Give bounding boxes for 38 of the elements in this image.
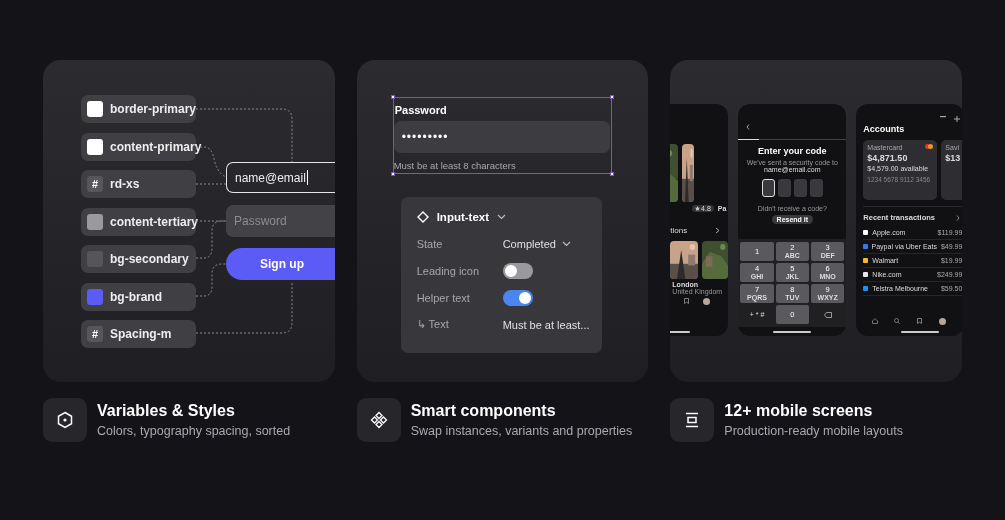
screen-title: Enter your code — [758, 146, 827, 156]
token-name: rd-xs — [110, 177, 140, 191]
token-chip[interactable]: # Spacing-m — [81, 320, 196, 348]
property-label: Leading icon — [416, 264, 481, 277]
email-field[interactable]: name@email — [226, 162, 335, 193]
property-label: ↳ Text — [416, 318, 450, 331]
feature-title: Variables & Styles — [97, 402, 236, 420]
property-value[interactable]: Must be at least... — [502, 318, 590, 331]
card-balance: $13 — [945, 153, 962, 163]
field-label: Password — [393, 104, 448, 116]
state-dropdown[interactable]: Completed — [502, 237, 586, 250]
number-token-icon: # — [87, 326, 103, 342]
helper-text: Must be at least 8 characters — [393, 160, 517, 171]
property-label: Helper text — [416, 291, 471, 304]
feature-title: 12+ mobile screens — [724, 402, 874, 420]
section-title: tions — [670, 226, 688, 235]
property-label: State — [416, 237, 444, 250]
feature-subtitle: Swap instances, variants and properties — [410, 424, 633, 438]
token-chip[interactable]: border-primary — [81, 95, 196, 123]
card-balance: $4,871.50 — [867, 153, 909, 163]
token-chip[interactable]: bg-secondary — [81, 245, 196, 273]
feature-subtitle: Production-ready mobile layouts — [724, 424, 903, 438]
feature-subtitle: Colors, typography spacing, sorted — [97, 424, 291, 438]
password-field[interactable]: ••••••••• — [393, 121, 610, 153]
token-name: content-tertiary — [110, 214, 198, 229]
screen-title: Accounts — [863, 124, 906, 134]
sign-up-button[interactable]: Sign up — [226, 248, 335, 280]
token-chip[interactable]: content-tertiary — [81, 207, 196, 236]
token-name: bg-secondary — [110, 252, 189, 266]
token-name: border-primary — [110, 102, 197, 116]
token-name: content-primary — [110, 139, 202, 154]
number-token-icon: # — [87, 176, 103, 192]
token-chip[interactable]: # rd-xs — [81, 170, 196, 198]
token-name: Spacing-m — [110, 327, 172, 341]
component-name: Input-text — [436, 211, 490, 223]
token-name: bg-brand — [110, 289, 162, 304]
token-chip[interactable]: bg-brand — [81, 282, 196, 311]
feature-title: Smart components — [410, 402, 557, 420]
